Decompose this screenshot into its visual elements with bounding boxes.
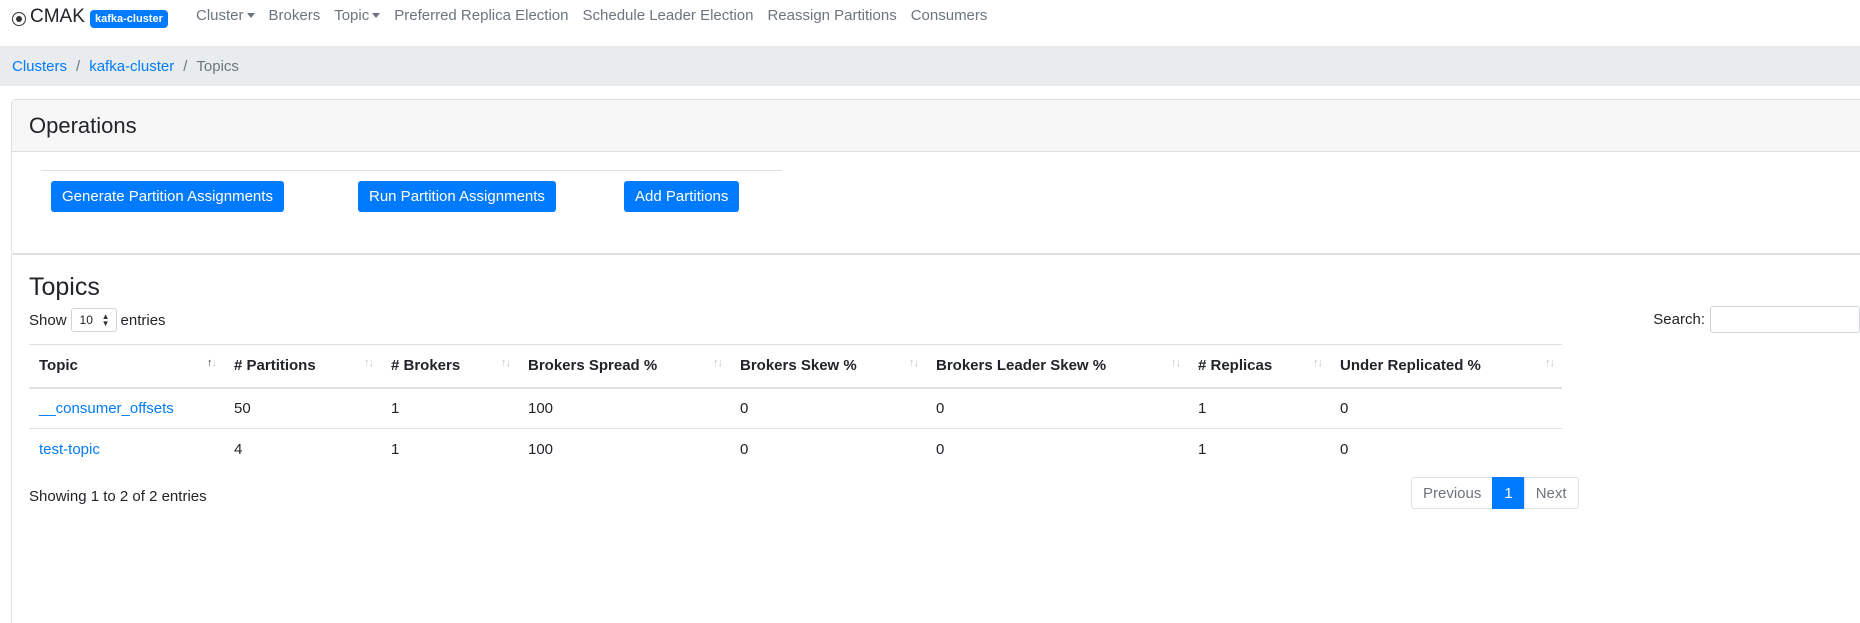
nav-cluster-dropdown[interactable]: Cluster <box>196 7 255 24</box>
column-label: # Partitions <box>234 357 316 375</box>
entries-label: entries <box>120 311 166 329</box>
page-length-value: 10 <box>79 313 93 327</box>
table-cell: 100 <box>528 440 554 458</box>
sort-icon: ↑↓ <box>909 357 919 369</box>
brand-link[interactable]: CMAK <box>12 6 85 28</box>
kafka-logo-icon <box>12 11 26 26</box>
column-label: Topic <box>39 357 78 375</box>
divider <box>41 170 782 171</box>
sort-icon: ↑↓ <box>1313 357 1323 369</box>
chevron-down-icon <box>246 13 255 18</box>
table-row: __consumer_offsets 50 1 100 0 0 1 0 <box>29 387 1562 429</box>
column-header-brokers-spread[interactable]: Brokers Spread % ↑↓ <box>518 344 730 389</box>
breadcrumb-separator: / <box>183 57 188 75</box>
table-cell: 1 <box>391 440 400 458</box>
page-length-select[interactable]: 10 ▲ ▼ <box>70 308 117 332</box>
topics-title: Topics <box>29 273 100 301</box>
breadcrumb-clusters[interactable]: Clusters <box>12 58 67 75</box>
column-label: # Replicas <box>1198 357 1273 375</box>
table-cell: 1 <box>1198 440 1207 458</box>
operations-title: Operations <box>29 112 137 138</box>
table-cell: 50 <box>224 387 381 429</box>
column-label: # Brokers <box>391 357 461 375</box>
table-cell: 0 <box>936 440 945 458</box>
nav-reassign-partitions[interactable]: Reassign Partitions <box>767 7 896 24</box>
table-cell: 100 <box>518 387 730 429</box>
table-cell: 4 <box>234 440 243 458</box>
select-updown-icon: ▲ ▼ <box>101 312 110 328</box>
nav-topic-dropdown[interactable]: Topic <box>334 7 381 24</box>
pagination: Previous 1 Next <box>1411 477 1579 509</box>
nav-topic-label: Topic <box>334 7 370 24</box>
table-cell: test-topic <box>29 429 224 470</box>
table-cell: 0 <box>740 440 749 458</box>
pagination-page-1[interactable]: 1 <box>1492 477 1525 509</box>
column-header-brokers-leader-skew[interactable]: Brokers Leader Skew % ↑↓ <box>926 344 1188 389</box>
add-partitions-button[interactable]: Add Partitions <box>624 181 740 212</box>
sort-icon: ↑↓ <box>364 357 374 369</box>
nav-preferred-replica-election[interactable]: Preferred Replica Election <box>394 7 568 24</box>
brand-name: CMAK <box>30 6 85 27</box>
column-header-brokers[interactable]: # Brokers ↑↓ <box>381 344 518 389</box>
sort-icon: ↑↓ <box>1545 357 1555 369</box>
column-label: Brokers Spread % <box>528 357 658 375</box>
table-cell: __consumer_offsets <box>29 387 224 429</box>
table-info: Showing 1 to 2 of 2 entries <box>29 488 207 505</box>
column-header-replicas[interactable]: # Replicas ↑↓ <box>1188 344 1330 389</box>
sort-icon: ↑↓ <box>1171 357 1181 369</box>
nav-links: Cluster Brokers Topic Preferred Replica … <box>196 7 1001 24</box>
run-partition-assignments-button[interactable]: Run Partition Assignments <box>358 181 556 212</box>
column-header-brokers-skew[interactable]: Brokers Skew % ↑↓ <box>730 344 926 389</box>
generate-partition-assignments-button[interactable]: Generate Partition Assignments <box>51 181 284 212</box>
cluster-badge: kafka-cluster <box>90 10 168 28</box>
table-cell: 1 <box>1188 387 1330 429</box>
breadcrumb-current: Topics <box>196 57 239 75</box>
column-label: Under Replicated % <box>1340 357 1481 375</box>
show-label: Show <box>29 311 67 329</box>
breadcrumb-separator: / <box>76 57 81 75</box>
nav-cluster-label: Cluster <box>196 7 244 24</box>
search-label: Search: <box>1653 311 1705 328</box>
table-cell: 0 <box>926 387 1188 429</box>
topics-table: Topic ↑↓ # Partitions ↑↓ # Brokers ↑↓ Br… <box>29 344 1562 470</box>
table-cell: 0 <box>1340 440 1349 458</box>
operations-header: Operations <box>12 100 1860 152</box>
sort-icon: ↑↓ <box>713 357 723 369</box>
sort-asc-icon: ↑↓ <box>207 357 217 369</box>
nav-consumers[interactable]: Consumers <box>911 7 988 24</box>
table-row: test-topic 4 1 100 0 0 1 0 <box>29 429 1562 470</box>
chevron-down-icon <box>372 13 381 18</box>
topic-link[interactable]: test-topic <box>39 441 100 458</box>
table-cell: 0 <box>730 387 926 429</box>
column-label: Brokers Leader Skew % <box>936 357 1107 375</box>
operations-card: Operations Generate Partition Assignment… <box>11 99 1860 254</box>
table-header-row: Topic ↑↓ # Partitions ↑↓ # Brokers ↑↓ Br… <box>29 344 1562 389</box>
pagination-previous[interactable]: Previous <box>1411 477 1494 509</box>
sort-icon: ↑↓ <box>501 357 511 369</box>
topics-card: Topics Show 10 ▲ ▼ entries Search: Topic … <box>11 254 1860 623</box>
breadcrumb-cluster[interactable]: kafka-cluster <box>89 58 174 75</box>
navbar: CMAK kafka-cluster Cluster Brokers Topic… <box>0 0 1860 46</box>
topic-link[interactable]: __consumer_offsets <box>39 400 174 417</box>
page-length-control: Show 10 ▲ ▼ entries <box>29 308 166 332</box>
column-header-topic[interactable]: Topic ↑↓ <box>29 344 224 389</box>
nav-brokers[interactable]: Brokers <box>269 7 321 24</box>
table-cell: 0 <box>1330 387 1562 429</box>
column-label: Brokers Skew % <box>740 357 857 375</box>
table-cell: 1 <box>381 387 518 429</box>
search-input[interactable] <box>1710 306 1860 333</box>
search-control: Search: <box>1653 306 1860 333</box>
pagination-next[interactable]: Next <box>1523 477 1579 509</box>
nav-schedule-leader-election[interactable]: Schedule Leader Election <box>583 7 754 24</box>
column-header-partitions[interactable]: # Partitions ↑↓ <box>224 344 381 389</box>
breadcrumb: Clusters / kafka-cluster / Topics <box>0 46 1860 86</box>
column-header-under-replicated[interactable]: Under Replicated % ↑↓ <box>1330 344 1562 389</box>
